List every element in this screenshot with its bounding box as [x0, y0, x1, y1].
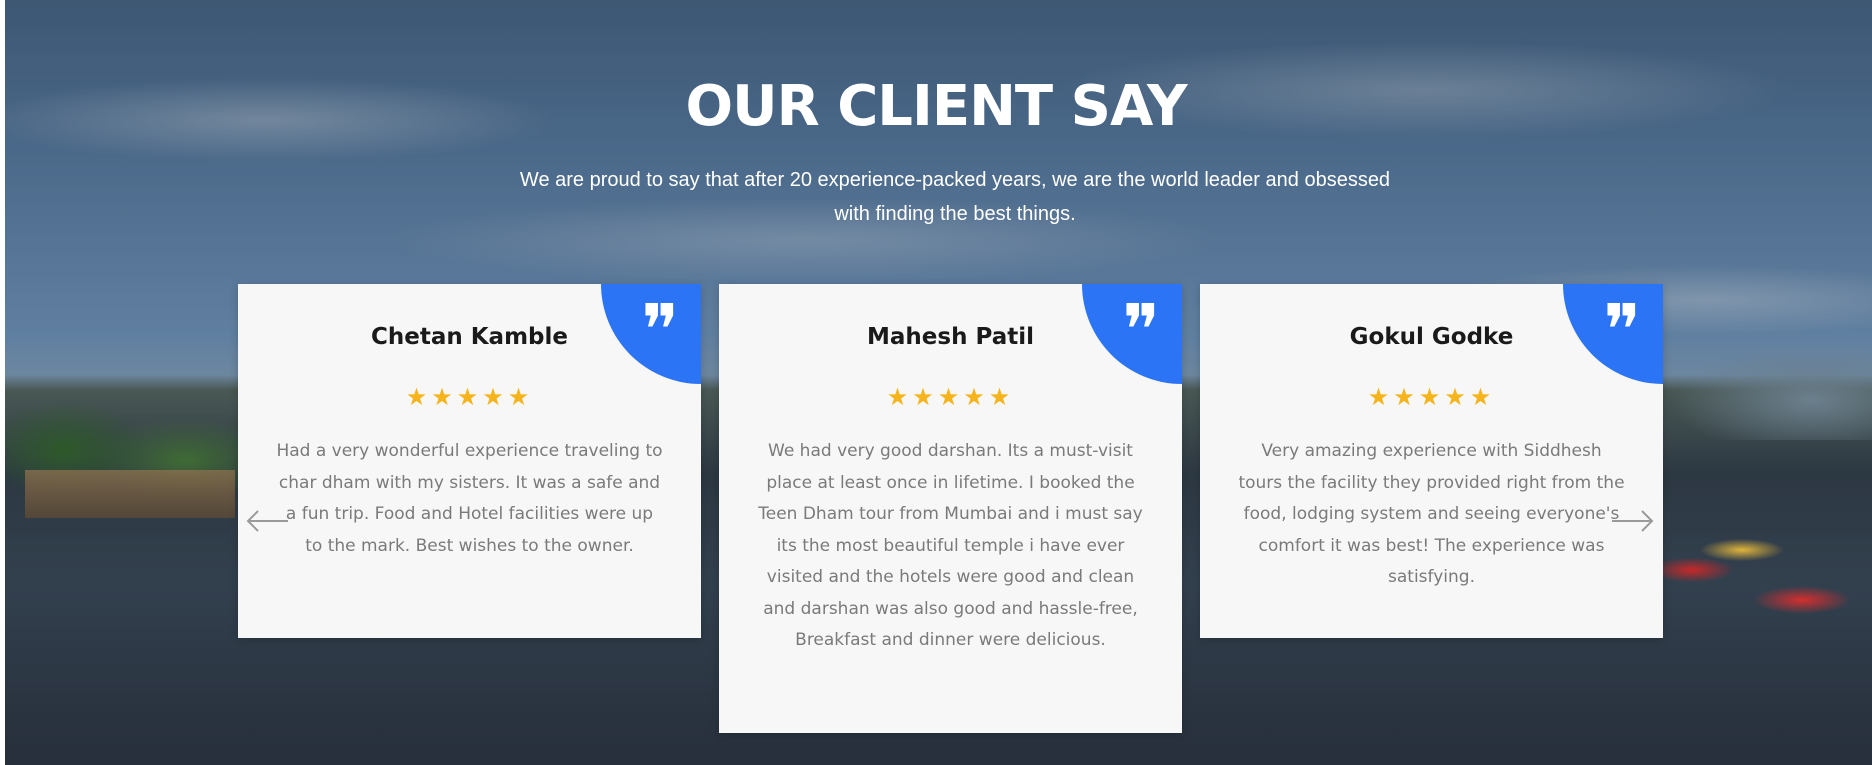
star-rating: ★★★★★ — [719, 383, 1182, 411]
section-title: OUR CLIENT SAY — [685, 74, 1188, 139]
star-rating: ★★★★★ — [238, 383, 701, 411]
testimonial-card: ❞ Chetan Kamble ★★★★★ Had a very wonderf… — [238, 284, 701, 638]
testimonial-card: ❞ Gokul Godke ★★★★★ Very amazing experie… — [1200, 284, 1663, 638]
arrow-right-icon — [1612, 510, 1654, 532]
star-icon: ★★★★★ — [1367, 383, 1496, 411]
star-icon: ★★★★★ — [405, 383, 534, 411]
testimonial-card: ❞ Mahesh Patil ★★★★★ We had very good da… — [719, 284, 1182, 733]
carousel-next-button[interactable] — [1610, 506, 1656, 536]
carousel-prev-button[interactable] — [244, 506, 290, 536]
review-text: Had a very wonderful experience travelin… — [276, 441, 663, 556]
section-subtitle: We are proud to say that after 20 experi… — [519, 169, 1391, 225]
testimonials-section: OUR CLIENT SAY We are proud to say that … — [0, 0, 1872, 765]
client-name: Mahesh Patil — [867, 324, 1034, 350]
star-icon: ★★★★★ — [886, 383, 1015, 411]
client-name: Gokul Godke — [1349, 324, 1514, 350]
star-rating: ★★★★★ — [1200, 383, 1663, 411]
arrow-left-icon — [246, 510, 288, 532]
review-text: Very amazing experience with Siddhesh to… — [1238, 441, 1625, 587]
client-name: Chetan Kamble — [370, 324, 568, 350]
review-text: We had very good darshan. Its a must-vis… — [758, 441, 1143, 650]
